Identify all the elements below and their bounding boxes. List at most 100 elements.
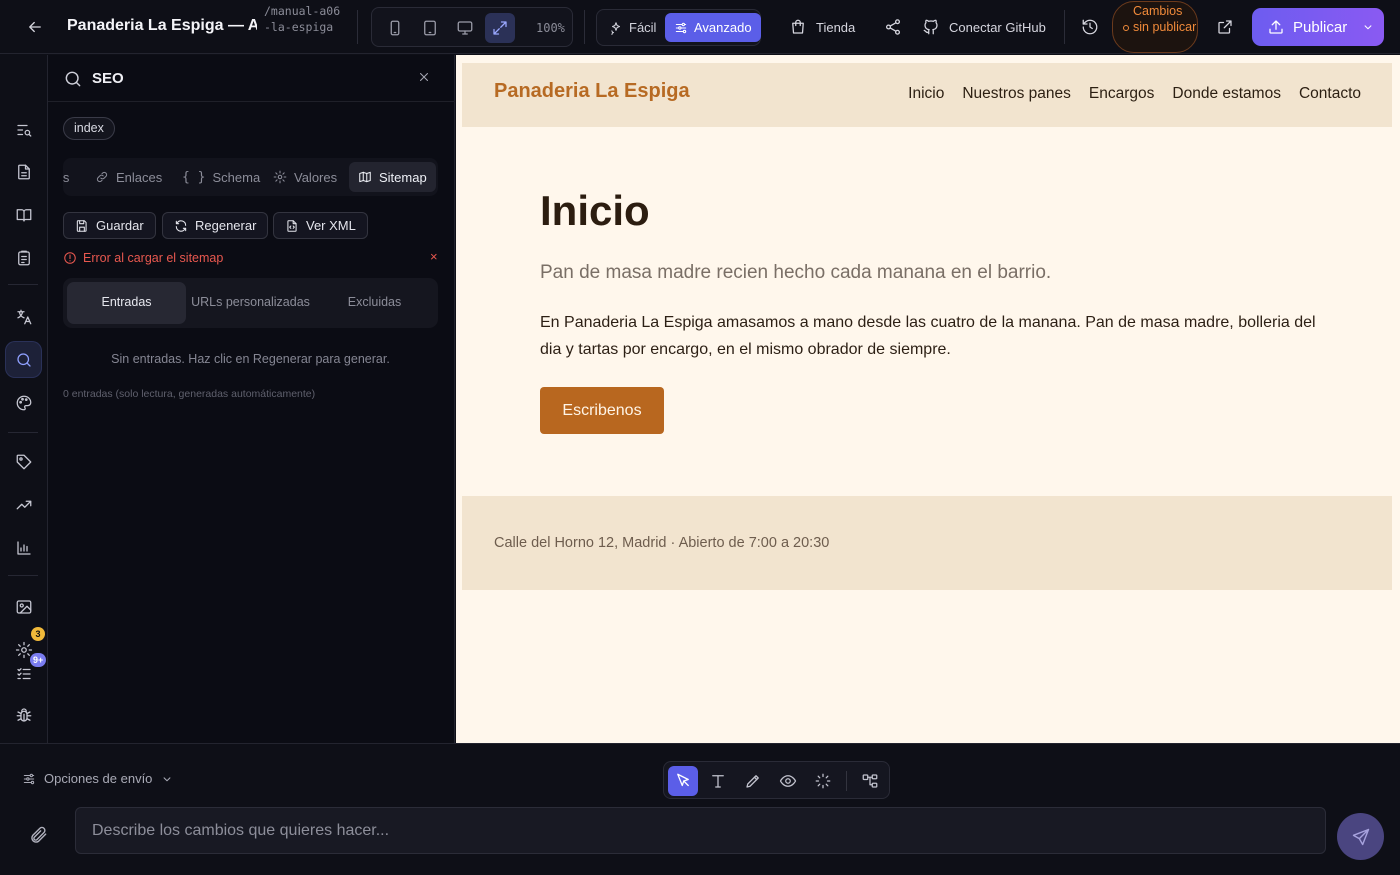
site-preview: Panaderia La Espiga Inicio Nuestros pane… — [456, 55, 1400, 743]
edit-tools — [663, 761, 890, 799]
nav-link-encargos[interactable]: Encargos — [1089, 85, 1154, 103]
braces-icon: { } — [182, 169, 206, 185]
top-bar: Panaderia La Espiga — A... /manual-a06-l… — [0, 0, 1400, 54]
tab-label: Schema — [212, 169, 261, 185]
site-header: Panaderia La Espiga Inicio Nuestros pane… — [462, 63, 1392, 127]
trending-icon — [16, 500, 31, 509]
sparkles-icon — [611, 21, 621, 35]
cursor-icon — [677, 773, 689, 787]
unpublished-label: Cambios sin publicar — [1133, 4, 1197, 34]
publish-button[interactable]: Publicar — [1252, 8, 1384, 46]
zoom-level[interactable]: 100% — [536, 21, 565, 35]
nav-link-contacto[interactable]: Contacto — [1299, 85, 1361, 103]
tablet-view-button[interactable] — [415, 13, 445, 43]
rail-tags[interactable] — [5, 443, 42, 480]
magic-wand-icon — [815, 773, 831, 789]
hero-title: Inicio — [540, 187, 650, 234]
close-icon — [419, 72, 429, 82]
structure-tool[interactable] — [855, 766, 885, 796]
attach-button[interactable] — [29, 825, 49, 845]
rail-pages-search[interactable] — [5, 111, 42, 148]
translate-icon — [16, 309, 31, 324]
close-panel-button[interactable] — [417, 70, 431, 84]
tab-values[interactable]: Valores — [264, 162, 346, 192]
dismiss-error-button[interactable]: × — [430, 249, 438, 264]
text-tool[interactable] — [703, 766, 733, 796]
history-button[interactable] — [1081, 13, 1099, 41]
file-icon — [17, 164, 30, 179]
rail-files[interactable] — [5, 153, 42, 190]
draw-tool[interactable] — [738, 766, 768, 796]
advanced-mode-button[interactable]: Avanzado — [665, 13, 761, 42]
prompt-input[interactable] — [75, 807, 1326, 854]
site-logo[interactable]: Panaderia La Espiga — [494, 80, 690, 103]
segment-excluded[interactable]: Excluidas — [315, 282, 434, 324]
page-chip-index[interactable]: index — [63, 117, 115, 140]
connect-github-button[interactable]: Conectar GitHub — [922, 13, 1046, 41]
advanced-mode-label: Avanzado — [694, 20, 752, 35]
magic-tool[interactable] — [808, 766, 838, 796]
send-options-dropdown[interactable]: Opciones de envío — [22, 771, 174, 786]
rail-clipboard[interactable] — [5, 239, 42, 276]
unpublished-changes-badge[interactable]: Cambios sin publicar — [1112, 1, 1198, 53]
status-dot — [1123, 25, 1129, 31]
panel-title: SEO — [92, 70, 124, 87]
tab-analysis[interactable]: is — [63, 162, 78, 192]
paperclip-icon — [31, 826, 47, 843]
rail-analytics[interactable] — [5, 529, 42, 566]
contact-cta-button[interactable]: Escribenos — [540, 387, 664, 434]
share-button[interactable] — [884, 13, 902, 41]
prompt-composer: Opciones de envío — [0, 743, 1400, 875]
desktop-view-button[interactable] — [450, 13, 480, 43]
rail-theme[interactable] — [5, 384, 42, 421]
easy-mode-button[interactable]: Fácil — [600, 13, 665, 42]
eye-icon — [779, 775, 797, 787]
book-icon — [16, 208, 31, 222]
rail-debug[interactable] — [5, 696, 42, 733]
preview-tool[interactable] — [773, 766, 803, 796]
segment-custom-urls[interactable]: URLs personalizadas — [191, 282, 310, 324]
send-button[interactable] — [1337, 813, 1384, 860]
fullscreen-view-button[interactable] — [485, 13, 515, 43]
divider — [357, 10, 358, 44]
rail-translate[interactable] — [5, 298, 42, 335]
nav-link-inicio[interactable]: Inicio — [908, 85, 944, 103]
nav-link-ubicacion[interactable]: Donde estamos — [1172, 85, 1281, 103]
tab-links[interactable]: Enlaces — [86, 162, 171, 192]
sliders-icon — [675, 22, 687, 33]
tab-label: Sitemap — [379, 169, 427, 185]
divider — [1064, 10, 1065, 44]
rail-docs[interactable] — [5, 196, 42, 233]
mobile-view-button[interactable] — [380, 13, 410, 43]
nav-link-panes[interactable]: Nuestros panes — [962, 85, 1071, 103]
desktop-icon — [457, 21, 473, 35]
panel-header: SEO — [48, 55, 455, 102]
rail-seo[interactable] — [5, 341, 42, 378]
bar-chart-icon — [16, 540, 31, 555]
open-external-button[interactable] — [1216, 13, 1234, 41]
send-options-label: Opciones de envío — [44, 771, 153, 786]
chevron-down-icon[interactable] — [1361, 20, 1375, 34]
view-xml-label: Ver XML — [306, 218, 356, 233]
select-tool[interactable] — [668, 766, 698, 796]
palette-icon — [16, 395, 31, 410]
hero-subtitle: Pan de masa madre recien hecho cada mana… — [540, 262, 1052, 283]
view-xml-button[interactable]: Ver XML — [273, 212, 368, 239]
save-icon — [76, 219, 87, 232]
tab-schema[interactable]: { } Schema — [173, 162, 269, 192]
chevron-down-icon — [163, 776, 171, 781]
store-button[interactable]: Tienda — [789, 13, 855, 41]
rail-trends[interactable] — [5, 486, 42, 523]
easy-mode-label: Fácil — [629, 20, 657, 35]
tasks-badge: 9+ — [30, 653, 47, 667]
alert-circle-icon — [64, 252, 76, 264]
tab-sitemap[interactable]: Sitemap — [349, 162, 436, 192]
regenerate-button[interactable]: Regenerar — [162, 212, 269, 239]
hierarchy-icon — [862, 774, 878, 788]
expand-icon — [493, 21, 507, 35]
image-icon — [16, 599, 31, 614]
save-button[interactable]: Guardar — [63, 212, 156, 239]
back-button[interactable] — [24, 16, 46, 38]
segment-entries[interactable]: Entradas — [67, 282, 186, 324]
rail-media[interactable] — [5, 588, 42, 625]
